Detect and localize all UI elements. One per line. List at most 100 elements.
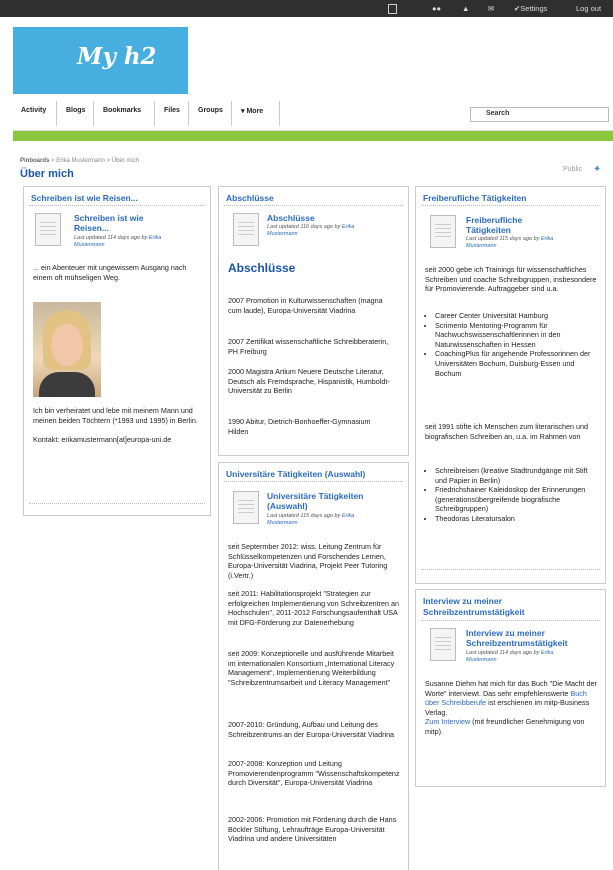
widget-heading[interactable]: Interview zu meiner Schreibzentrumstätigk… xyxy=(423,596,525,618)
search-placeholder: Search xyxy=(486,110,510,117)
widget-interview: Interview zu meiner Schreibzentrumstätigk… xyxy=(415,589,606,787)
meta-text: Last updated 114 days ago by xyxy=(74,235,148,241)
section-heading: Abschlüsse xyxy=(228,261,296,275)
nav-divider xyxy=(56,101,57,126)
intro-text: seit 2000 gebe ich Trainings für wissens… xyxy=(425,265,597,294)
doc-meta: Last updated 115 days ago by Erika Muster… xyxy=(267,513,402,527)
tab-activity[interactable]: Activity xyxy=(21,107,46,114)
author-link-2[interactable]: Mustermann xyxy=(74,242,105,248)
nav-divider xyxy=(154,101,155,126)
client-list: Career Center Universität Hamburg Scrime… xyxy=(425,311,595,378)
settings-link[interactable]: ✔Settings xyxy=(514,3,547,14)
widget-abschluesse: Abschlüsse Abschlüsse Last updated 116 d… xyxy=(218,186,409,456)
activity-item: seit Septermber 2012: wiss. Leitung Zent… xyxy=(228,542,388,580)
meta-text: Last updated 116 days ago by xyxy=(267,224,341,230)
nav-divider xyxy=(279,101,280,126)
divider xyxy=(421,569,600,570)
tab-bookmarks[interactable]: Bookmarks xyxy=(103,107,141,114)
doc-title-line1: Universitäre Tätigkeiten xyxy=(267,491,364,501)
visibility-label: Public xyxy=(563,166,583,173)
tab-groups[interactable]: Groups xyxy=(198,107,223,114)
tab-files[interactable]: Files xyxy=(164,107,180,114)
meta-text: Last updated 115 days ago by xyxy=(466,236,540,242)
mail-icon[interactable]: ✉ xyxy=(488,3,494,14)
author-link[interactable]: Erika xyxy=(342,224,355,230)
writing-text: seit 1991 stifte ich Menschen zum litera… xyxy=(425,422,588,441)
activity-item: 2007-2010: Gründung, Aufbau und Leitung … xyxy=(228,720,395,739)
settings-label: Settings xyxy=(520,4,548,13)
breadcrumb-current: Über mich xyxy=(111,158,140,164)
doc-title[interactable]: Schreiben ist wie Reisen... xyxy=(74,213,143,233)
activity-item: seit 2011: Habilitationsprojekt "Strateg… xyxy=(228,589,400,627)
breadcrumb-pinboards[interactable]: Pinboards xyxy=(20,158,49,164)
list-item: Friedrichshainer Kaleidoskop der Erinner… xyxy=(435,485,599,514)
doc-title[interactable]: Freiberufliche Tätigkeiten xyxy=(466,215,522,235)
author-link[interactable]: Erika xyxy=(342,513,355,519)
doc-title[interactable]: Abschlüsse xyxy=(267,213,315,223)
page-title: Über mich xyxy=(20,168,74,180)
breadcrumb-user[interactable]: Erika Mustermann xyxy=(56,158,105,164)
tab-more[interactable]: ▾ More xyxy=(241,107,263,115)
profile-photo xyxy=(33,302,101,397)
pin-icon[interactable]: ✦ xyxy=(593,164,601,175)
doc-title-line2: Schreibzentrumstätigkeit xyxy=(466,638,568,648)
doc-title[interactable]: Interview zu meiner Schreibzentrumstätigk… xyxy=(466,628,568,648)
degree-item: 2000 Magistra Artium Neuere Deutsche Lit… xyxy=(228,367,390,396)
top-bar: ●● ▲ ✉ ✔Settings Log out xyxy=(0,0,613,17)
meta-text: Last updated 115 days ago by xyxy=(267,513,341,519)
divider xyxy=(421,205,600,206)
doc-title-line1: Schreiben ist wie xyxy=(74,213,144,223)
family-text: Ich bin verheiratet und lebe mit meinem … xyxy=(33,406,198,425)
list-item: Career Center Universität Hamburg xyxy=(435,311,595,321)
document-icon xyxy=(35,213,61,246)
activity-item: 2007-2008: Konzeption und Leitung Promov… xyxy=(228,759,400,788)
profile-card-icon[interactable] xyxy=(388,4,397,14)
divider xyxy=(421,620,600,621)
author-link-2[interactable]: Mustermann xyxy=(267,520,298,526)
list-item: Scrimento Mentoring-Programm für Nachwuc… xyxy=(435,321,595,350)
doc-title[interactable]: Universitäre Tätigkeiten (Auswahl) xyxy=(267,491,363,511)
author-link[interactable]: Erika xyxy=(541,236,554,242)
logout-link[interactable]: Log out xyxy=(576,3,601,14)
widget-heading[interactable]: Freiberufliche Tätigkeiten xyxy=(423,193,526,203)
doc-meta: Last updated 114 days ago by Erika Muster… xyxy=(74,235,204,249)
author-link[interactable]: Erika xyxy=(541,650,554,656)
list-item: Schreibreisen (kreative Stadtrundgänge m… xyxy=(435,466,599,485)
activity-item: seit 2009: Konzeptionelle und ausführend… xyxy=(228,649,395,687)
widget-universitaere-taetigkeiten: Universitäre Tätigkeiten (Auswahl) Unive… xyxy=(218,462,409,870)
intro-text: ... ein Abenteuer mit ungewissem Ausgang… xyxy=(33,263,187,282)
doc-title-line2: Tätigkeiten xyxy=(466,225,511,235)
author-link-2[interactable]: Mustermann xyxy=(466,243,497,249)
accent-bar xyxy=(13,131,613,141)
document-icon xyxy=(233,491,259,524)
degree-item: 2007 Promotion in Kulturwissenschaften (… xyxy=(228,296,383,315)
nav-divider xyxy=(231,101,232,126)
nav-divider xyxy=(93,101,94,126)
activity-item: 2002-2006: Promotion mit Förderung durch… xyxy=(228,815,397,844)
widget-heading[interactable]: Abschlüsse xyxy=(226,193,274,203)
logo-text: My h2 xyxy=(77,43,157,70)
list-item: CoachingPlus für angehende Professorinne… xyxy=(435,349,595,378)
doc-meta: Last updated 115 days ago by Erika Muster… xyxy=(466,236,601,250)
site-logo[interactable]: My h2 xyxy=(13,27,188,94)
widget-heading[interactable]: Schreiben ist wie Reisen... xyxy=(31,193,138,203)
widget-freiberufliche: Freiberufliche Tätigkeiten Freiberuflich… xyxy=(415,186,606,584)
document-icon xyxy=(430,628,456,661)
document-icon xyxy=(233,213,259,246)
widget-heading[interactable]: Universitäre Tätigkeiten (Auswahl) xyxy=(226,469,365,479)
interview-link[interactable]: Zum Interview xyxy=(425,717,470,726)
degree-item: 1990 Abitur, Dietrich-Bonhoeffer-Gymnasi… xyxy=(228,417,371,436)
author-link[interactable]: Erika xyxy=(149,235,162,241)
author-link-2[interactable]: Mustermann xyxy=(466,657,497,663)
doc-title-line2: (Auswahl) xyxy=(267,501,308,511)
degree-item: 2007 Zertifikat wissenschaftliche Schrei… xyxy=(228,337,389,356)
list-item: Theodoras Literatursalon xyxy=(435,514,599,524)
author-link-2[interactable]: Mustermann xyxy=(267,231,298,237)
tab-blogs[interactable]: Blogs xyxy=(66,107,85,114)
document-icon xyxy=(430,215,456,248)
person-icon[interactable]: ▲ xyxy=(462,3,469,14)
people-icon[interactable]: ●● xyxy=(432,3,441,14)
divider xyxy=(224,481,403,482)
search-input[interactable]: Search xyxy=(470,107,609,122)
doc-title-line1: Interview zu meiner xyxy=(466,628,545,638)
